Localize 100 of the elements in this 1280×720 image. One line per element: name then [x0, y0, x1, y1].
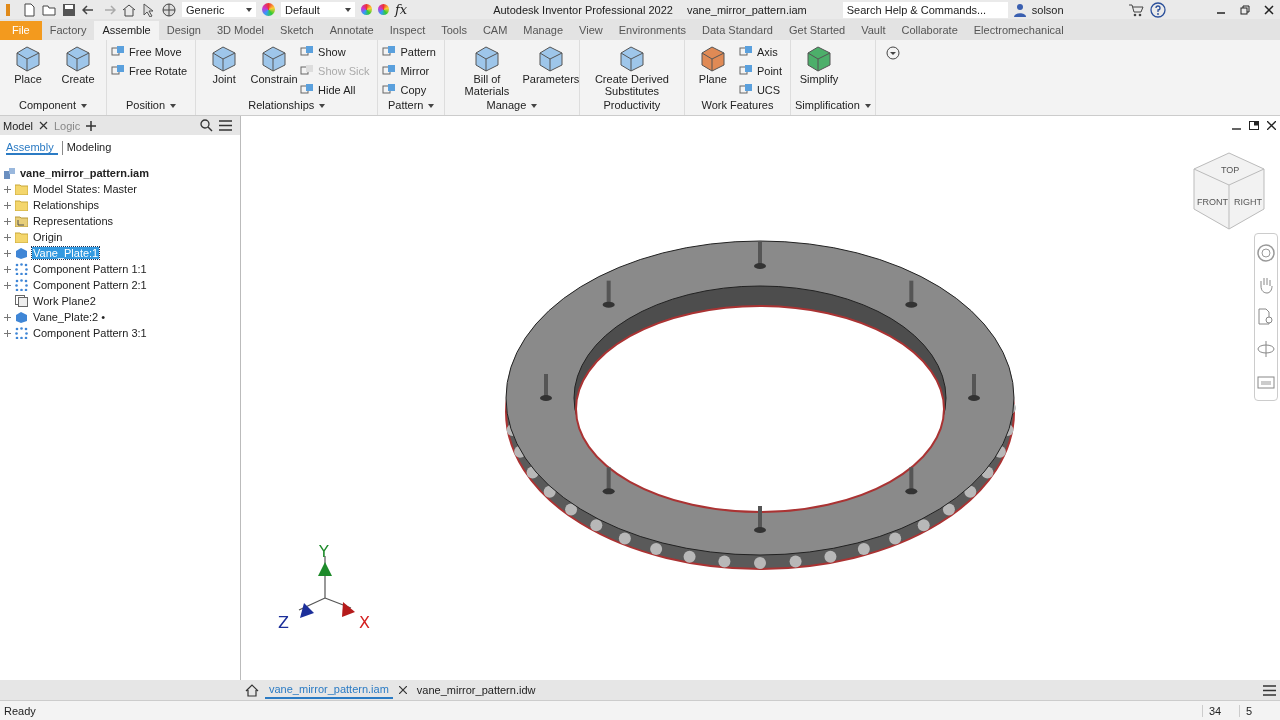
ribbon-button[interactable]: Plane: [688, 43, 737, 98]
ribbon-tab[interactable]: Design: [158, 21, 209, 40]
tree-item[interactable]: Representations: [32, 215, 115, 227]
ribbon-tab[interactable]: Vault: [853, 21, 894, 40]
select-icon[interactable]: [142, 2, 156, 17]
formula-button[interactable]: fx: [395, 2, 408, 17]
zoom-icon[interactable]: [1257, 308, 1275, 326]
cube-face-label[interactable]: TOP: [1221, 165, 1240, 175]
ribbon-button[interactable]: Joint: [200, 43, 249, 98]
expand-icon[interactable]: [4, 281, 11, 289]
expand-icon[interactable]: [4, 217, 11, 225]
ribbon-button[interactable]: Point: [738, 62, 786, 79]
browser-tab[interactable]: Model: [3, 119, 33, 132]
ribbon-tab[interactable]: Manage: [515, 21, 572, 40]
ribbon-tab[interactable]: Data Standard: [694, 21, 781, 40]
ribbon-button[interactable]: Axis: [738, 43, 786, 60]
ribbon-tab[interactable]: Inspect: [381, 21, 434, 40]
panel-title[interactable]: Relationships: [200, 98, 374, 115]
tree-item[interactable]: Relationships: [32, 199, 101, 211]
tree-item[interactable]: Model States: Master: [32, 183, 138, 195]
tree-item[interactable]: Component Pattern 2:1: [32, 279, 148, 291]
sphere-icon[interactable]: [162, 2, 176, 17]
ribbon-tab[interactable]: Annotate: [321, 21, 382, 40]
menu-icon[interactable]: [219, 120, 232, 131]
open-folder-icon[interactable]: [42, 2, 56, 17]
ribbon-tab[interactable]: Get Started: [780, 21, 854, 40]
cart-icon[interactable]: [1127, 2, 1144, 17]
ribbon-button[interactable]: Free Move: [111, 43, 192, 60]
ribbon-button[interactable]: Place: [4, 43, 52, 98]
ribbon-button[interactable]: Mirror: [382, 62, 440, 79]
material-dropdown[interactable]: Generic: [182, 2, 256, 17]
color-wheel-icon[interactable]: [361, 4, 372, 15]
ribbon-tab[interactable]: View: [571, 21, 611, 40]
ribbon-button[interactable]: Show: [300, 43, 374, 60]
expand-icon[interactable]: [4, 329, 11, 337]
tree-item[interactable]: Origin: [32, 231, 64, 243]
ribbon-tab[interactable]: Assemble: [94, 21, 159, 40]
mode-tab[interactable]: Assembly: [6, 141, 58, 155]
appearance-dropdown[interactable]: Default: [281, 2, 355, 17]
tree-item[interactable]: Vane_Plate:2 •: [32, 311, 107, 323]
ribbon-tab[interactable]: Environments: [610, 21, 695, 40]
user-icon[interactable]: [1013, 2, 1026, 17]
view-cube[interactable]: [1194, 153, 1264, 229]
help-icon[interactable]: [1149, 1, 1166, 18]
panel-title[interactable]: Position: [111, 98, 192, 115]
panel-title[interactable]: Work Features: [688, 98, 786, 115]
undo-icon[interactable]: [82, 2, 96, 17]
panel-title[interactable]: Component: [4, 98, 102, 115]
add-icon[interactable]: [86, 120, 97, 131]
ribbon-button[interactable]: Constrain: [250, 43, 299, 98]
expand-icon[interactable]: [4, 249, 11, 257]
home-icon[interactable]: [245, 683, 259, 697]
menu-icon[interactable]: [1263, 684, 1276, 696]
panel-title[interactable]: Simplification: [795, 98, 871, 115]
ribbon-button[interactable]: Pattern: [382, 43, 440, 60]
ribbon-tab[interactable]: Collaborate: [893, 21, 966, 40]
dropdown-circle-icon[interactable]: [885, 46, 900, 60]
ribbon-tab[interactable]: Tools: [433, 21, 475, 40]
search-field[interactable]: Search Help & Commands...: [842, 1, 1008, 18]
ribbon-button[interactable]: Create Derived Substitutes: [583, 43, 680, 98]
mode-tab[interactable]: Modeling: [61, 141, 116, 155]
restore-icon[interactable]: [1249, 121, 1259, 130]
close-icon[interactable]: [1264, 4, 1274, 15]
cube-face-label[interactable]: RIGHT: [1234, 197, 1262, 207]
document-tab[interactable]: vane_mirror_pattern.iam: [265, 681, 393, 699]
color-wheel-icon[interactable]: [378, 4, 389, 15]
ribbon-button[interactable]: Copy: [382, 81, 440, 98]
tree-item[interactable]: Component Pattern 1:1: [32, 263, 148, 275]
ribbon-button[interactable]: Create: [54, 43, 102, 98]
ribbon-tab[interactable]: Sketch: [272, 21, 322, 40]
expand-icon[interactable]: [4, 185, 11, 193]
restore-icon[interactable]: [1240, 4, 1250, 15]
panel-title[interactable]: Manage: [448, 98, 575, 115]
ribbon-button[interactable]: Free Rotate: [111, 62, 192, 79]
expand-icon[interactable]: [4, 201, 11, 209]
search-icon[interactable]: [200, 119, 213, 132]
new-file-icon[interactable]: [22, 2, 36, 17]
ribbon-tab[interactable]: 3D Model: [208, 21, 273, 40]
ribbon-tab[interactable]: CAM: [474, 21, 516, 40]
ribbon-tab[interactable]: Electromechanical: [965, 21, 1072, 40]
orbit-icon[interactable]: [1257, 340, 1275, 358]
ribbon-button[interactable]: Simplify: [795, 43, 843, 98]
document-tab[interactable]: vane_mirror_pattern.idw: [412, 682, 540, 698]
ribbon-button[interactable]: UCS: [738, 81, 786, 98]
home-icon[interactable]: [122, 2, 136, 17]
expand-icon[interactable]: [4, 265, 11, 273]
ribbon-tab[interactable]: Factory: [41, 21, 95, 40]
tree-item[interactable]: Work Plane2: [32, 295, 97, 307]
close-icon[interactable]: [38, 121, 48, 130]
user-name[interactable]: solson: [1031, 3, 1112, 16]
panel-title[interactable]: Productivity: [583, 98, 680, 115]
tree-item[interactable]: vane_mirror_pattern.iam: [20, 167, 149, 179]
tree-item[interactable]: Component Pattern 3:1: [32, 327, 148, 339]
close-icon[interactable]: [398, 686, 407, 694]
save-icon[interactable]: [62, 2, 76, 17]
expand-icon[interactable]: [4, 313, 11, 321]
cube-face-label[interactable]: FRONT: [1197, 197, 1228, 207]
color-wheel-icon[interactable]: [262, 3, 275, 16]
steering-wheel-icon[interactable]: [1257, 244, 1275, 262]
panel-title[interactable]: Pattern: [382, 98, 440, 115]
